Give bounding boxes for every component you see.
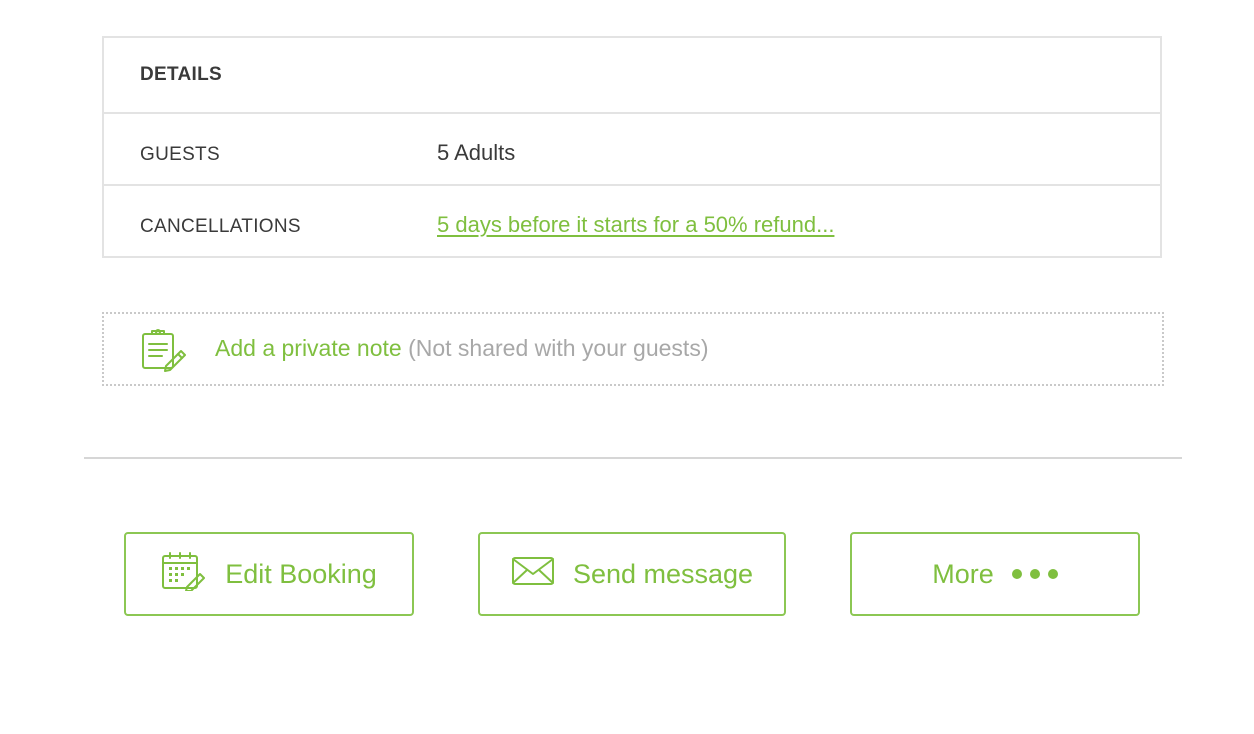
guests-label: GUESTS	[140, 144, 220, 165]
cancellations-label: CANCELLATIONS	[140, 216, 301, 237]
add-private-note-label[interactable]: Add a private note	[215, 335, 402, 361]
section-divider	[84, 457, 1182, 459]
more-button[interactable]: More	[850, 532, 1140, 616]
add-private-note-box[interactable]: Add a private note (Not shared with your…	[102, 312, 1164, 386]
details-table: DETAILS GUESTS 5 Adults CANCELLATIONS 5 …	[102, 36, 1162, 258]
calendar-pencil-icon	[161, 551, 207, 598]
more-label: More	[932, 558, 994, 589]
edit-booking-label: Edit Booking	[225, 558, 377, 589]
envelope-icon	[511, 556, 555, 593]
send-message-label: Send message	[572, 558, 754, 589]
clipboard-pencil-icon	[140, 328, 188, 372]
details-header: DETAILS	[140, 64, 222, 85]
guests-value: 5 Adults	[437, 140, 516, 165]
details-row-cancellations: CANCELLATIONS 5 days before it starts fo…	[104, 184, 1160, 256]
cancellation-policy-link[interactable]: 5 days before it starts for a 50% refund…	[437, 212, 834, 238]
details-header-row: DETAILS	[104, 38, 1160, 112]
ellipsis-icon	[1011, 569, 1058, 579]
private-note-hint: (Not shared with your guests)	[408, 335, 709, 361]
private-note-text: Add a private note (Not shared with your…	[215, 335, 708, 362]
edit-booking-button[interactable]: Edit Booking	[124, 532, 414, 616]
details-row-guests: GUESTS 5 Adults	[104, 112, 1160, 184]
send-message-button[interactable]: Send message	[478, 532, 786, 616]
